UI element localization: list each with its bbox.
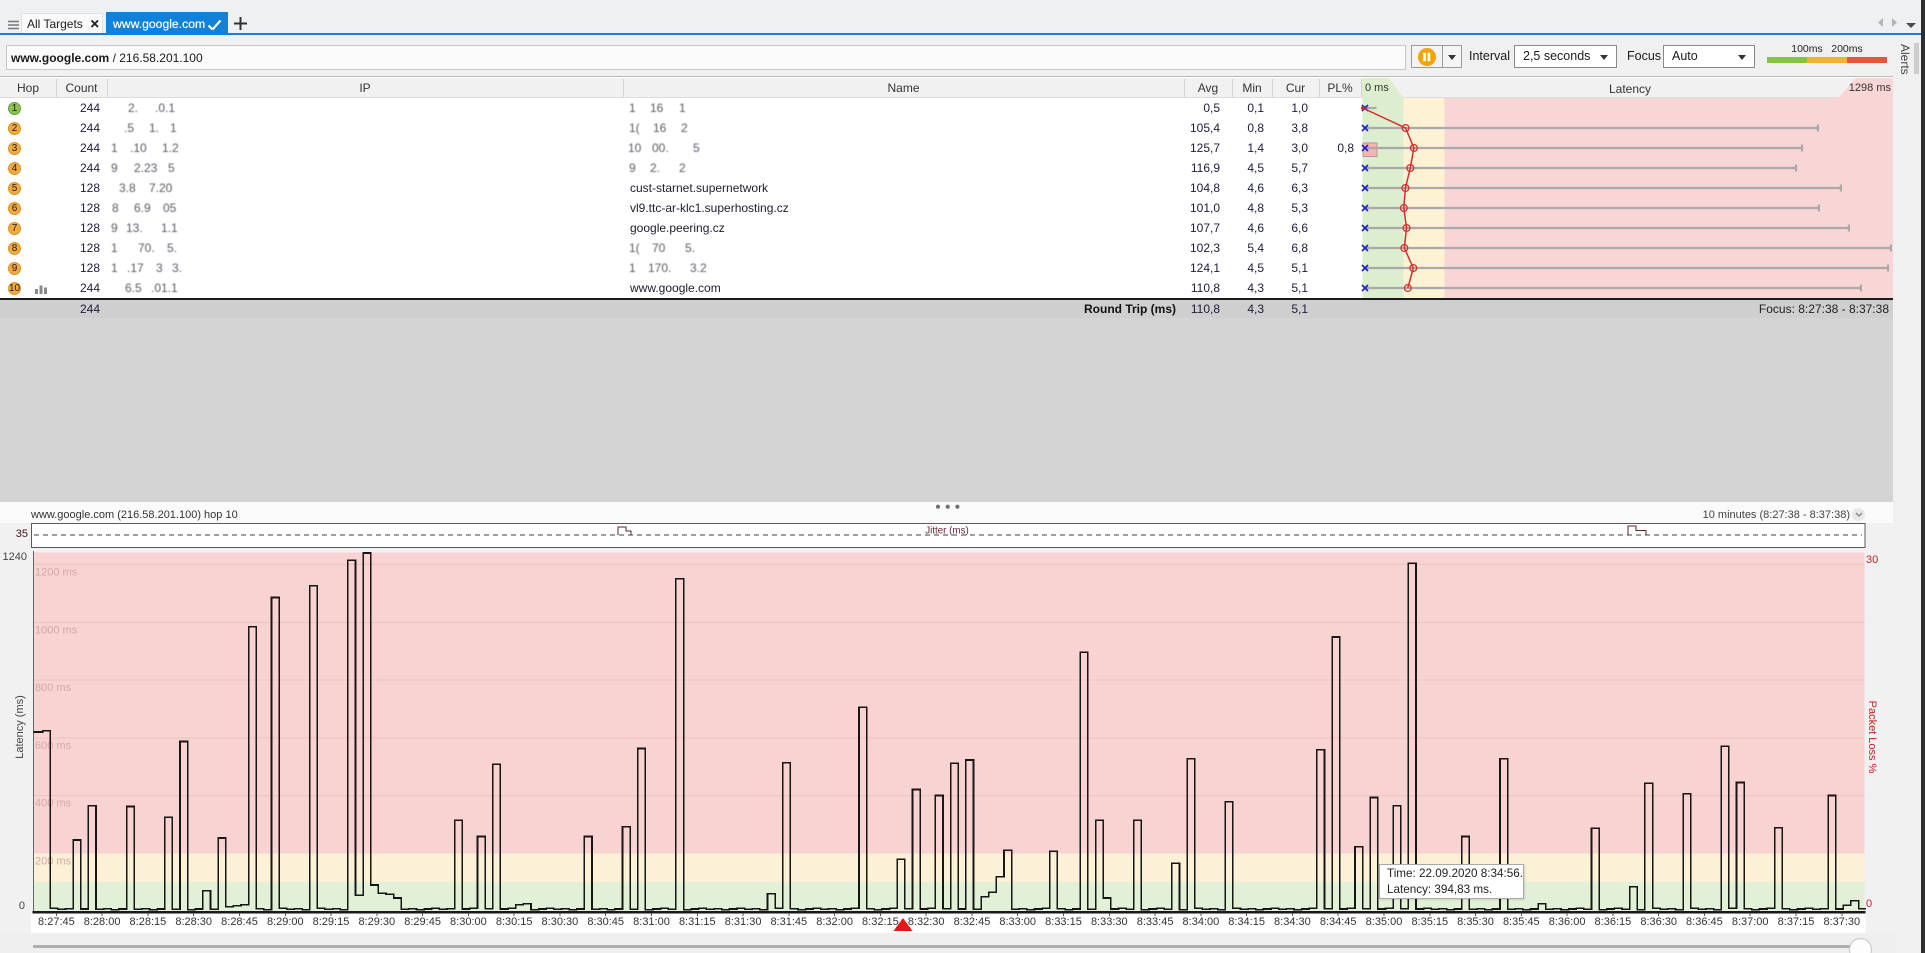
svg-text:8:31:45: 8:31:45 — [770, 916, 807, 928]
svg-text:8:37:30: 8:37:30 — [1823, 916, 1860, 928]
svg-text:600 ms: 600 ms — [35, 740, 72, 752]
svg-text:8:29:45: 8:29:45 — [404, 916, 441, 928]
svg-text:8:31:30: 8:31:30 — [725, 916, 762, 928]
svg-text:8:35:15: 8:35:15 — [1411, 916, 1448, 928]
svg-text:8:30:15: 8:30:15 — [496, 916, 533, 928]
svg-text:8:31:00: 8:31:00 — [633, 916, 670, 928]
svg-text:200 ms: 200 ms — [35, 855, 72, 867]
svg-text:8:33:45: 8:33:45 — [1137, 916, 1174, 928]
svg-text:8:36:00: 8:36:00 — [1549, 916, 1586, 928]
svg-text:8:28:00: 8:28:00 — [84, 916, 121, 928]
svg-text:8:30:45: 8:30:45 — [587, 916, 624, 928]
svg-text:8:27:45: 8:27:45 — [38, 916, 75, 928]
svg-text:8:34:00: 8:34:00 — [1183, 916, 1220, 928]
svg-text:400 ms: 400 ms — [35, 798, 72, 810]
svg-text:8:29:30: 8:29:30 — [358, 916, 395, 928]
svg-text:8:35:45: 8:35:45 — [1503, 916, 1540, 928]
svg-text:8:28:15: 8:28:15 — [130, 916, 167, 928]
svg-text:8:34:30: 8:34:30 — [1274, 916, 1311, 928]
svg-text:8:32:00: 8:32:00 — [816, 916, 853, 928]
svg-text:8:36:15: 8:36:15 — [1595, 916, 1632, 928]
svg-text:8:28:45: 8:28:45 — [221, 916, 258, 928]
svg-text:1000 ms: 1000 ms — [35, 624, 78, 636]
svg-text:8:31:15: 8:31:15 — [679, 916, 716, 928]
svg-text:8:30:00: 8:30:00 — [450, 916, 487, 928]
svg-text:8:35:30: 8:35:30 — [1457, 916, 1494, 928]
svg-text:8:37:15: 8:37:15 — [1778, 916, 1815, 928]
svg-text:Jitter (ms): Jitter (ms) — [925, 526, 969, 537]
svg-text:1200 ms: 1200 ms — [35, 567, 78, 579]
svg-text:8:32:15: 8:32:15 — [862, 916, 899, 928]
svg-text:8:33:15: 8:33:15 — [1045, 916, 1082, 928]
svg-text:8:30:30: 8:30:30 — [542, 916, 579, 928]
svg-text:8:28:30: 8:28:30 — [175, 916, 212, 928]
svg-text:8:33:00: 8:33:00 — [999, 916, 1036, 928]
svg-text:8:29:00: 8:29:00 — [267, 916, 304, 928]
svg-text:800 ms: 800 ms — [35, 682, 72, 694]
svg-text:8:36:30: 8:36:30 — [1640, 916, 1677, 928]
svg-text:8:35:00: 8:35:00 — [1366, 916, 1403, 928]
svg-text:8:29:15: 8:29:15 — [313, 916, 350, 928]
svg-text:8:37:00: 8:37:00 — [1732, 916, 1769, 928]
svg-text:8:36:45: 8:36:45 — [1686, 916, 1723, 928]
svg-text:8:34:15: 8:34:15 — [1228, 916, 1265, 928]
svg-text:8:34:45: 8:34:45 — [1320, 916, 1357, 928]
svg-text:8:33:30: 8:33:30 — [1091, 916, 1128, 928]
svg-text:8:32:30: 8:32:30 — [908, 916, 945, 928]
svg-text:8:32:45: 8:32:45 — [954, 916, 991, 928]
